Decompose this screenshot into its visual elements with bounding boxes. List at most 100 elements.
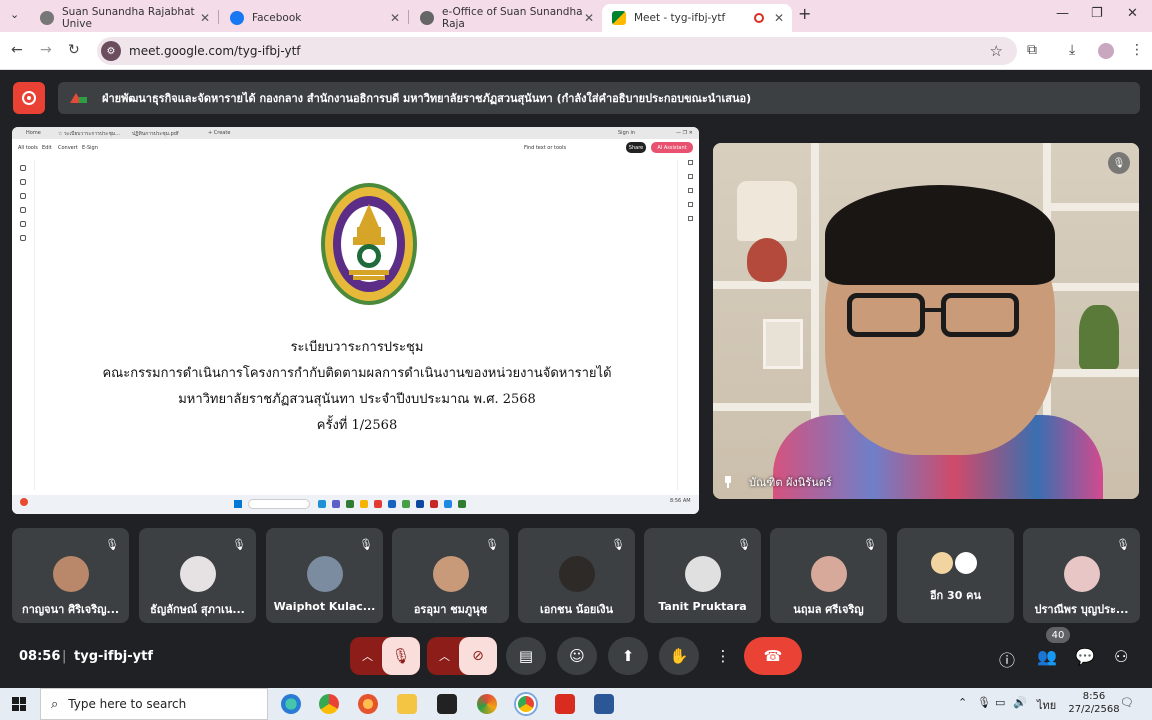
url-text[interactable]: meet.google.com/tyg-ifbj-ytf (129, 44, 301, 58)
people-icon[interactable]: 👥 (1037, 647, 1057, 666)
new-tab-button[interactable]: + (798, 4, 811, 23)
back-icon[interactable]: ← (11, 42, 23, 58)
camera-off-icon[interactable]: ⊘ (459, 637, 497, 675)
doc-title-line-2: คณะกรรมการดำเนินการโครงการกำกับติดตามผลก… (102, 366, 612, 381)
participant-name: อรอุมา ชมภูนุช (413, 603, 488, 616)
tab-meet[interactable]: Meet - tyg-ifbj-ytf ✕ (602, 4, 792, 32)
avatar (685, 556, 721, 592)
lamp-base (747, 238, 787, 282)
mic-off-icon[interactable]: 🎙 (382, 637, 420, 675)
tab-facebook[interactable]: Facebook ✕ (220, 4, 408, 32)
chevron-up-icon[interactable]: ︿ (439, 648, 450, 664)
profile-avatar[interactable] (1098, 43, 1114, 59)
participant-tile[interactable]: 🎙 นฤมล ศรีเจริญ (770, 528, 887, 623)
participant-tile[interactable]: 🎙 เอกชน น้อยเงิน (518, 528, 635, 623)
avatar (433, 556, 469, 592)
restore-icon[interactable]: ❐ (1091, 6, 1103, 21)
globe-icon (420, 11, 434, 25)
participant-tile[interactable]: 🎙 Waiphot Kulac... (266, 528, 383, 623)
search-placeholder[interactable]: Type here to search (68, 697, 186, 711)
tray-volume-icon[interactable]: 🔊 (1013, 696, 1027, 709)
recording-button[interactable] (13, 82, 45, 114)
word-icon[interactable] (594, 694, 614, 714)
omnibox[interactable]: ⚙ meet.google.com/tyg-ifbj-ytf ☆ (97, 37, 1017, 65)
lamp-shade (737, 181, 797, 241)
mic-off-icon: 🎙 (863, 538, 877, 551)
activities-icon[interactable]: ⚇ (1114, 647, 1128, 666)
shared-screen[interactable]: Home ☆ ระเบียบวาระการประชุม... ปฏิทินการ… (12, 127, 699, 514)
meeting-clock: 08:56 (19, 649, 61, 664)
firefox-icon[interactable] (358, 694, 378, 714)
file-explorer-icon[interactable] (397, 694, 417, 714)
participant-tile[interactable]: 🎙 Tanit Pruktara (644, 528, 761, 623)
participant-name: เอกชน น้อยเงิน (539, 603, 614, 616)
close-icon[interactable]: ✕ (200, 11, 210, 25)
chrome-active-icon[interactable] (516, 694, 536, 714)
avatar (931, 552, 953, 574)
participant-tile[interactable]: 🎙 กาญจนา ศิริเจริญ... (12, 528, 129, 623)
speaker-hair (825, 185, 1055, 285)
shelf (1043, 203, 1139, 211)
speaker-tile[interactable]: 🎙 บัณฑิต ผังนิรันดร์ (713, 143, 1139, 499)
globe-icon (40, 11, 54, 25)
site-info-icon[interactable]: ⚙ (101, 41, 121, 61)
shared-share-button: Share (626, 142, 646, 153)
taskbar-search[interactable]: ⌕ Type here to search (40, 688, 268, 720)
terminal-icon[interactable] (437, 694, 457, 714)
tab-e-office[interactable]: e-Office of Suan Sunandha Raja ✕ (410, 4, 602, 32)
chat-icon[interactable]: 💬 (1075, 647, 1095, 666)
more-participants-tile[interactable]: อีก 30 คน (897, 528, 1014, 623)
tray-date: 27/2/2568 (1068, 704, 1120, 715)
participant-tile[interactable]: 🎙 ธัญลักษณ์ สุภาเน... (139, 528, 256, 623)
leave-call-button[interactable]: ☎ (744, 637, 802, 675)
window-close-icon[interactable]: ✕ (1127, 6, 1138, 21)
participant-name: ปราณีพร บุญประ... (1034, 603, 1129, 616)
avatar (307, 556, 343, 592)
notification-icon[interactable]: 🗨 (1120, 696, 1134, 709)
edge-icon[interactable] (281, 694, 301, 714)
reload-icon[interactable]: ↻ (68, 42, 80, 58)
doc-title-line-1: ระเบียบวาระการประชุม (290, 340, 424, 355)
chrome-icon[interactable] (319, 694, 339, 714)
participant-tile[interactable]: 🎙 อรอุมา ชมภูนุช (392, 528, 509, 623)
extensions-icon[interactable]: ⧉ (1027, 42, 1037, 58)
speaker-name-label: บัณฑิต ผังนิรันดร์ (723, 473, 832, 491)
acrobat-icon[interactable] (555, 694, 575, 714)
participant-tile[interactable]: 🎙 ปราณีพร บุญประ... (1023, 528, 1140, 623)
present-button[interactable]: ⬆ (608, 637, 648, 675)
tab-separator (218, 10, 219, 24)
tab-search-icon[interactable]: ⌄ (10, 8, 19, 21)
mic-off-icon: 🎙 (737, 538, 751, 551)
doc-title-line-4: ครั้งที่ 1/2568 (316, 418, 398, 433)
tray-mic-icon[interactable]: 🎙 (977, 696, 991, 709)
bookmark-star-icon[interactable]: ☆ (990, 42, 1003, 60)
tray-network-icon[interactable]: ▭ (995, 696, 1005, 709)
chevron-up-icon[interactable]: ︿ (362, 648, 373, 664)
tray-language[interactable]: ไทย (1037, 696, 1056, 714)
meeting-info-icon[interactable]: ⓘ (999, 647, 1015, 671)
shelf (1043, 369, 1139, 377)
windows-start-icon[interactable] (12, 697, 26, 711)
tray-clock[interactable]: 8:56 27/2/2568 (1064, 690, 1124, 716)
tray-chevron-icon[interactable]: ⌃ (958, 696, 967, 709)
pin-icon[interactable] (723, 476, 733, 488)
tab-suan-sunandha[interactable]: Suan Sunandha Rajabhat Unive ✕ (30, 4, 218, 32)
minimize-icon[interactable]: — (1056, 6, 1069, 21)
close-icon[interactable]: ✕ (584, 11, 594, 25)
mic-off-icon: 🎙 (611, 538, 625, 551)
download-icon[interactable]: ⤓ (1069, 42, 1075, 58)
microphone-control[interactable]: ︿ 🎙 (350, 637, 420, 675)
plant (1079, 305, 1119, 369)
captions-button[interactable]: ▤ (506, 637, 546, 675)
more-options-button[interactable]: ⋮ (708, 637, 738, 675)
participant-name: Tanit Pruktara (658, 600, 747, 613)
close-icon[interactable]: ✕ (774, 11, 784, 25)
emoji-button[interactable]: ☺ (557, 637, 597, 675)
app-icon[interactable] (477, 694, 497, 714)
browser-menu-icon[interactable]: ⋮ (1130, 42, 1144, 58)
close-icon[interactable]: ✕ (390, 11, 400, 25)
camera-control[interactable]: ︿ ⊘ (427, 637, 497, 675)
raise-hand-button[interactable]: ✋ (659, 637, 699, 675)
search-icon: ⌕ (51, 696, 59, 712)
forward-icon[interactable]: → (40, 42, 52, 58)
